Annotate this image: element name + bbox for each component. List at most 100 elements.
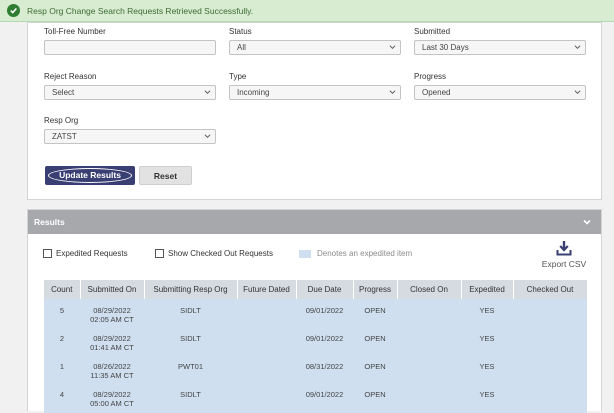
column-header[interactable]: Submitted On (80, 280, 145, 299)
closed-on-cell (397, 329, 461, 357)
column-header[interactable]: Checked Out (513, 280, 588, 299)
resp-org-cell: SIDLT (144, 385, 237, 413)
column-header[interactable]: Submitting Resp Org (144, 280, 238, 299)
reject-reason-select[interactable]: Select (44, 85, 216, 100)
progress-value: Opened (422, 88, 451, 97)
resp-org-label: Resp Org (44, 116, 79, 125)
results-table: Count Submitted On Submitting Resp Org F… (44, 280, 588, 413)
table-row[interactable]: 2 08/29/2022 01:41 AM CT SIDLT 09/01/2022… (44, 329, 587, 357)
checked-out-cell (513, 329, 587, 357)
submitted-date: 08/29/2022 (93, 334, 131, 343)
resp-org-select[interactable]: ZATST (44, 129, 216, 144)
status-field: Status All (229, 26, 401, 55)
reject-reason-field: Reject Reason Select (44, 71, 216, 100)
chevron-down-icon (204, 131, 211, 145)
progress-cell: OPEN (353, 385, 397, 413)
reset-button[interactable]: Reset (139, 166, 192, 185)
update-results-label: Update Results (48, 168, 132, 183)
expedited-requests-checkbox[interactable] (43, 249, 52, 258)
column-header[interactable]: Due Date (296, 280, 354, 299)
resp-org-value: ZATST (52, 132, 77, 141)
table-row[interactable]: 1 08/26/2022 11:35 AM CT PWT01 08/31/2022… (44, 357, 587, 385)
success-banner: Resp Org Change Search Requests Retrieve… (0, 0, 614, 22)
progress-select[interactable]: Opened (414, 85, 586, 100)
submitted-time: 11:35 AM CT (90, 371, 134, 380)
expedited-cell: YES (461, 357, 513, 385)
chevron-down-icon (574, 87, 581, 101)
status-label: Status (229, 27, 252, 36)
resp-org-cell: SIDLT (144, 299, 237, 329)
checked-out-checkbox[interactable] (155, 249, 164, 258)
submitted-date: 08/26/2022 (93, 362, 131, 371)
submitted-on-cell: 08/29/2022 02:05 AM CT (80, 299, 144, 329)
submitted-time: 02:05 AM CT (90, 315, 134, 324)
closed-on-cell (397, 385, 461, 413)
chevron-down-icon (389, 42, 396, 56)
type-label: Type (229, 72, 247, 81)
results-title: Results (34, 217, 65, 227)
checked-out-cell (513, 385, 587, 413)
count-cell: 1 (44, 357, 80, 385)
check-circle-icon (7, 4, 20, 17)
update-results-button[interactable]: Update Results (45, 166, 135, 185)
table-row[interactable]: 5 08/29/2022 02:05 AM CT SIDLT 09/01/2022… (44, 299, 587, 329)
submitted-select[interactable]: Last 30 Days (414, 40, 586, 55)
expedited-requests-option[interactable]: Expedited Requests (43, 249, 128, 258)
progress-cell: OPEN (353, 299, 397, 329)
submitted-value: Last 30 Days (422, 43, 469, 52)
chevron-down-icon[interactable] (583, 218, 591, 228)
results-header[interactable]: Results (28, 210, 601, 234)
resp-org-cell: SIDLT (144, 329, 237, 357)
future-dated-cell (237, 357, 296, 385)
toll-free-field: Toll-Free Number (44, 26, 216, 55)
count-cell: 4 (44, 385, 80, 413)
legend-swatch (299, 249, 311, 258)
column-header[interactable]: Expedited (461, 280, 514, 299)
closed-on-cell (397, 299, 461, 329)
progress-cell: OPEN (353, 357, 397, 385)
column-header[interactable]: Count (44, 280, 81, 299)
checked-out-option[interactable]: Show Checked Out Requests (155, 249, 273, 258)
checked-out-label: Show Checked Out Requests (168, 249, 273, 258)
checked-out-cell (513, 357, 587, 385)
expedited-cell: YES (461, 329, 513, 357)
submitted-on-cell: 08/29/2022 05:00 AM CT (80, 385, 144, 413)
expedited-legend: Denotes an expedited item (299, 249, 412, 258)
submitted-date: 08/29/2022 (93, 306, 131, 315)
column-header[interactable]: Future Dated (237, 280, 297, 299)
closed-on-cell (397, 357, 461, 385)
chevron-down-icon (389, 87, 396, 101)
due-date-cell: 09/01/2022 (296, 299, 353, 329)
status-select[interactable]: All (229, 40, 401, 55)
due-date-cell: 09/01/2022 (296, 329, 353, 357)
checked-out-cell (513, 299, 587, 329)
future-dated-cell (237, 299, 296, 329)
toll-free-input[interactable] (44, 40, 216, 55)
export-csv-button[interactable]: Export CSV (538, 240, 590, 269)
column-header[interactable]: Closed On (397, 280, 462, 299)
count-cell: 2 (44, 329, 80, 357)
resp-org-field: Resp Org ZATST (44, 115, 216, 144)
expedited-cell: YES (461, 385, 513, 413)
export-csv-label: Export CSV (541, 259, 587, 269)
table-row[interactable]: 4 08/29/2022 05:00 AM CT SIDLT 09/01/2022… (44, 385, 587, 413)
due-date-cell: 08/31/2022 (296, 357, 353, 385)
expedited-cell: YES (461, 299, 513, 329)
chevron-down-icon (574, 42, 581, 56)
toll-free-label: Toll-Free Number (44, 27, 106, 36)
search-filters-panel: Toll-Free Number Status All Submitted La… (27, 22, 602, 200)
type-value: Incoming (237, 88, 270, 97)
future-dated-cell (237, 329, 296, 357)
type-select[interactable]: Incoming (229, 85, 401, 100)
due-date-cell: 09/01/2022 (296, 385, 353, 413)
status-value: All (237, 43, 246, 52)
expedited-requests-label: Expedited Requests (56, 249, 128, 258)
submitted-label: Submitted (414, 27, 451, 36)
column-header[interactable]: Progress (353, 280, 398, 299)
success-message: Resp Org Change Search Requests Retrieve… (27, 5, 254, 16)
progress-field: Progress Opened (414, 71, 586, 100)
submitted-field: Submitted Last 30 Days (414, 26, 586, 55)
progress-label: Progress (414, 72, 447, 81)
reject-reason-label: Reject Reason (44, 72, 97, 81)
reject-reason-value: Select (52, 88, 75, 97)
